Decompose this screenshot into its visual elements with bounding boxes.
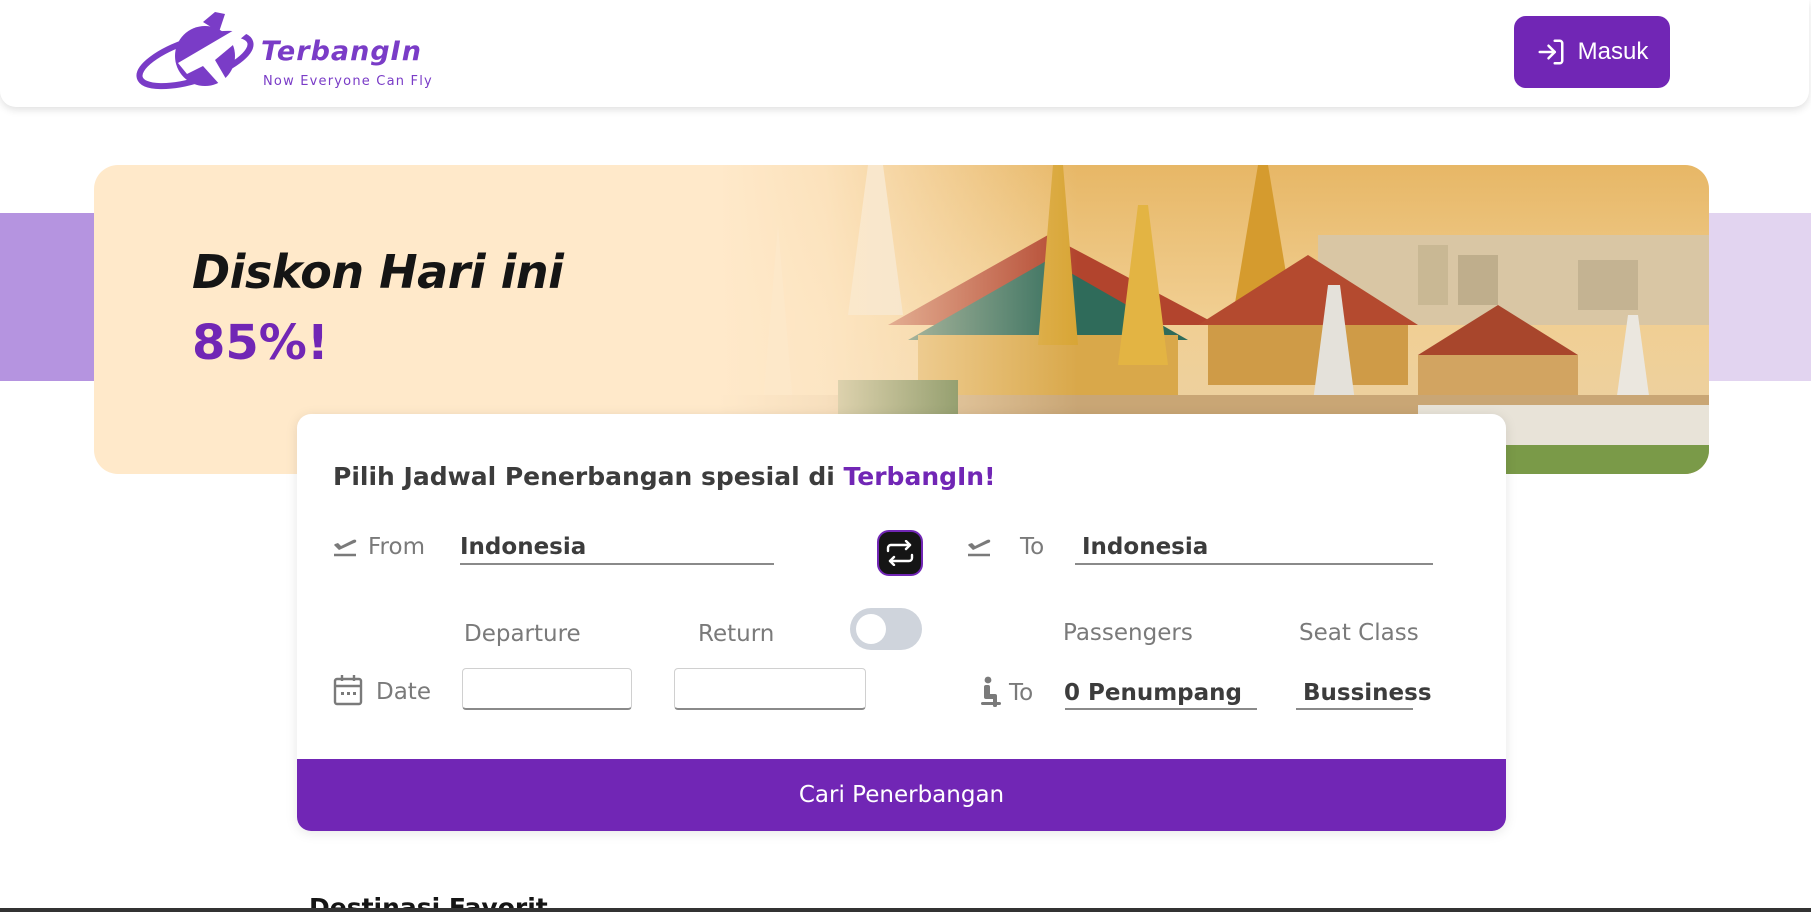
from-label: From: [368, 534, 425, 560]
to-input[interactable]: Indonesia: [1082, 534, 1208, 560]
page: TerbangIn Now Everyone Can Fly Masuk Dis…: [0, 0, 1811, 912]
to-label: To: [1020, 534, 1045, 560]
search-title-brand: TerbangIn!: [843, 462, 996, 491]
plane-takeoff-icon: [334, 539, 357, 557]
search-card-title: Pilih Jadwal Penerbangan spesial di Terb…: [333, 462, 996, 491]
from-underline: [460, 563, 774, 565]
brand-logo[interactable]: TerbangIn Now Everyone Can Fly: [133, 8, 453, 98]
passenger-row-label: To: [1009, 680, 1034, 706]
flight-search-card: Pilih Jadwal Penerbangan spesial di Terb…: [297, 414, 1506, 831]
date-label: Date: [376, 679, 431, 705]
login-icon: [1538, 39, 1564, 65]
hero-band-right: [1700, 213, 1811, 381]
to-underline: [1075, 563, 1433, 565]
passengers-underline: [1065, 708, 1257, 710]
swap-icon: [886, 540, 914, 566]
search-title-text: Pilih Jadwal Penerbangan spesial di: [333, 462, 844, 491]
return-label: Return: [698, 621, 775, 647]
passengers-label: Passengers: [1063, 620, 1193, 646]
departure-date-input[interactable]: [462, 668, 632, 710]
plane-takeoff-icon: [968, 539, 991, 557]
logo-text: TerbangIn: [261, 36, 422, 67]
swap-button[interactable]: [877, 530, 923, 576]
bottom-divider: [0, 908, 1811, 912]
seat-class-underline: [1296, 708, 1413, 710]
navbar: TerbangIn Now Everyone Can Fly Masuk: [0, 0, 1809, 107]
login-button-label: Masuk: [1577, 38, 1649, 65]
return-toggle[interactable]: [850, 608, 922, 650]
seat-class-select[interactable]: Bussiness: [1303, 680, 1432, 706]
passengers-input[interactable]: 0 Penumpang: [1064, 680, 1242, 706]
from-input[interactable]: Indonesia: [460, 534, 586, 560]
hero-band-left: [0, 213, 96, 381]
search-flights-button[interactable]: Cari Penerbangan: [297, 759, 1506, 831]
hero-title: Diskon Hari ini: [192, 245, 564, 299]
return-date-input[interactable]: [674, 668, 866, 710]
plane-logo-icon: [136, 12, 254, 90]
hero-discount: 85%!: [192, 315, 329, 371]
login-button[interactable]: Masuk: [1514, 16, 1670, 88]
toggle-knob: [856, 614, 886, 644]
logo-tagline: Now Everyone Can Fly: [263, 74, 433, 89]
departure-label: Departure: [464, 621, 581, 647]
calendar-icon: [333, 675, 363, 706]
seat-class-label: Seat Class: [1299, 620, 1419, 646]
seat-icon: [981, 676, 1001, 707]
